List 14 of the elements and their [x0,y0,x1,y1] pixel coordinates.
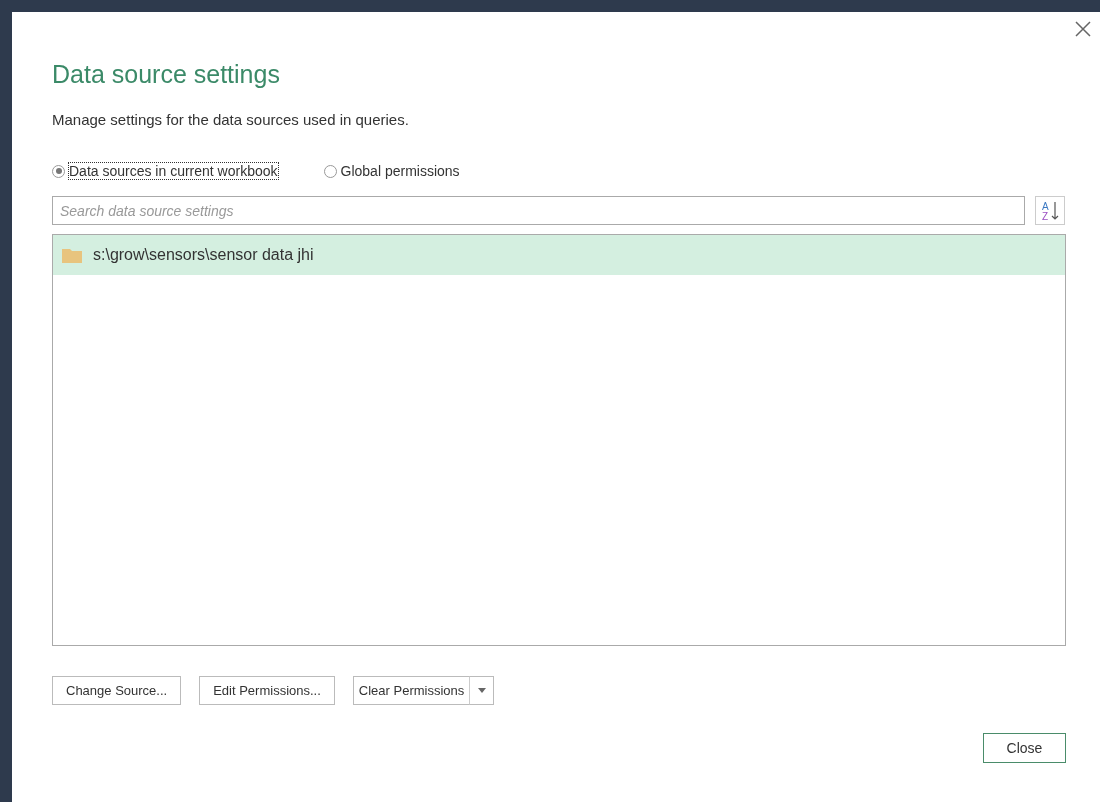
dropdown-button[interactable] [470,676,495,705]
description-text: Manage settings for the data sources used in queries. [52,111,410,128]
clear-permissions-button[interactable]: Clear Permissions [352,676,471,705]
folder-icon [61,246,83,264]
data-source-item[interactable]: s:\grow\sensors\sensor data jhi [53,235,1065,275]
caret-icon [477,688,486,693]
radio-option[interactable]: Data sources in current workbook [52,163,278,179]
dialog-title: Data source settings [52,60,281,89]
action-button[interactable]: Change Source... [52,676,182,705]
radio-option[interactable]: Global permissions [323,163,460,179]
sort-button[interactable]: A Z [1035,196,1065,225]
search-field[interactable]: Search data source settings [52,196,1025,225]
close-button[interactable]: Close [983,733,1066,763]
action-button[interactable]: Edit Permissions... [199,676,335,705]
